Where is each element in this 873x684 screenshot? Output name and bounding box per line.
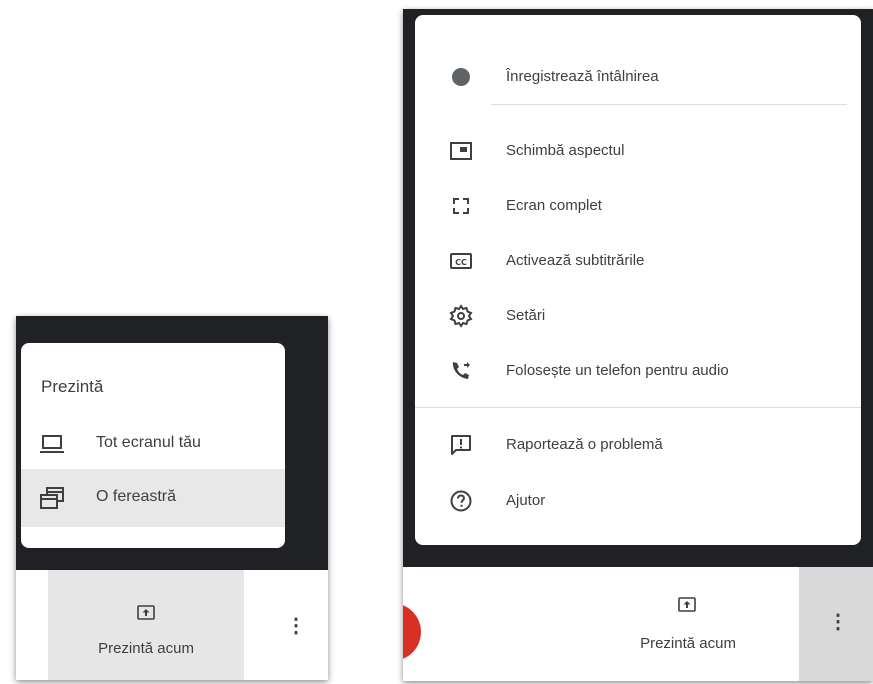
present-to-all-icon bbox=[678, 597, 696, 612]
layout-icon bbox=[449, 139, 473, 163]
menu-item-phone-audio[interactable]: Folosește un telefon pentru audio bbox=[415, 347, 861, 395]
menu-item-captions[interactable]: CC Activează subtitrările bbox=[415, 237, 861, 285]
bottom-toolbar: Prezintă acum ⋮ bbox=[403, 567, 873, 681]
more-vert-icon[interactable]: ⋮ bbox=[827, 611, 849, 633]
present-now-label: Prezintă acum bbox=[640, 635, 736, 652]
present-option-window[interactable]: O fereastră bbox=[21, 469, 285, 527]
present-now-label: Prezintă acum bbox=[98, 640, 194, 657]
phone-forwarded-icon bbox=[449, 359, 473, 383]
bottom-toolbar: Prezintă acum ⋮ bbox=[16, 570, 328, 680]
menu-item-settings[interactable]: Setări bbox=[415, 292, 861, 340]
window-icon bbox=[39, 486, 65, 510]
svg-text:CC: CC bbox=[455, 258, 467, 267]
report-problem-icon bbox=[449, 433, 473, 457]
present-panel-screenshot: Prezintă Tot ecranul tău O fereastră Pre… bbox=[16, 316, 328, 680]
menu-divider bbox=[415, 407, 861, 408]
menu-item-label: Înregistrează întâlnirea bbox=[506, 68, 659, 85]
laptop-icon bbox=[39, 432, 65, 456]
help-icon bbox=[449, 489, 473, 513]
closed-captions-icon: CC bbox=[449, 249, 473, 273]
present-menu: Prezintă Tot ecranul tău O fereastră bbox=[21, 343, 285, 548]
more-vert-icon[interactable]: ⋮ bbox=[285, 615, 307, 637]
menu-item-change-layout[interactable]: Schimbă aspectul bbox=[415, 127, 861, 175]
present-option-label: Tot ecranul tău bbox=[96, 434, 201, 451]
menu-item-label: Setări bbox=[506, 307, 546, 324]
leave-call-button[interactable] bbox=[403, 603, 421, 661]
record-icon bbox=[449, 65, 473, 89]
gear-icon bbox=[449, 304, 473, 328]
menu-item-label: Schimbă aspectul bbox=[506, 142, 625, 159]
more-options-menu: Înregistrează întâlnirea Schimbă aspectu… bbox=[415, 15, 861, 545]
menu-item-label: Ecran complet bbox=[506, 197, 602, 214]
present-now-button[interactable]: Prezintă acum bbox=[48, 570, 244, 680]
more-options-panel-screenshot: Înregistrează întâlnirea Schimbă aspectu… bbox=[403, 9, 873, 681]
fullscreen-icon bbox=[449, 194, 473, 218]
present-option-entire-screen[interactable]: Tot ecranul tău bbox=[21, 415, 285, 473]
present-menu-title: Prezintă bbox=[41, 377, 104, 396]
menu-item-label: Raportează o problemă bbox=[506, 436, 663, 453]
menu-item-label: Ajutor bbox=[506, 492, 546, 509]
menu-item-label: Folosește un telefon pentru audio bbox=[506, 362, 729, 379]
menu-item-fullscreen[interactable]: Ecran complet bbox=[415, 182, 861, 230]
menu-item-help[interactable]: Ajutor bbox=[415, 477, 861, 525]
present-to-all-icon bbox=[137, 605, 155, 620]
present-option-label: O fereastră bbox=[96, 488, 177, 505]
menu-item-record-meeting[interactable]: Înregistrează întâlnirea bbox=[415, 53, 861, 101]
menu-item-report-problem[interactable]: Raportează o problemă bbox=[415, 421, 861, 469]
menu-item-label: Activează subtitrările bbox=[506, 252, 645, 269]
menu-divider bbox=[491, 104, 847, 105]
